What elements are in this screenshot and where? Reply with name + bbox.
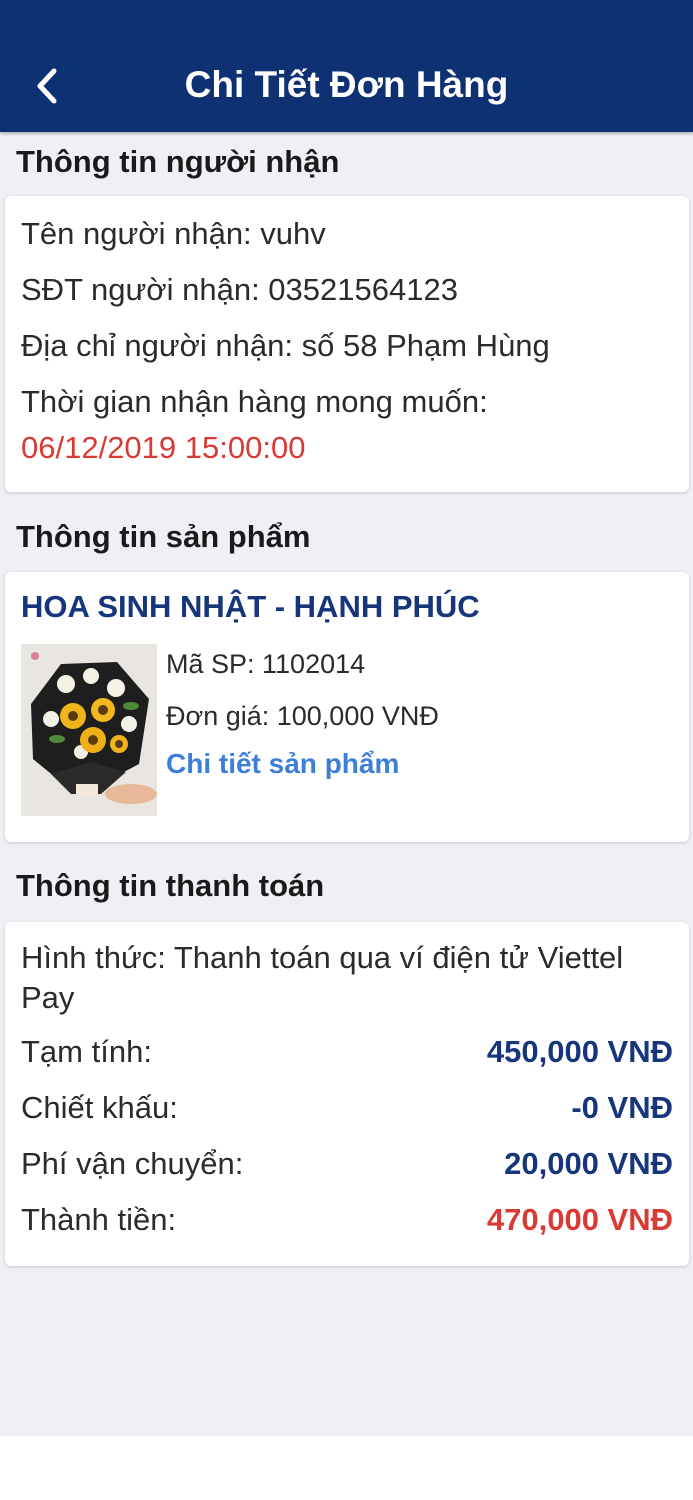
app-bar: Chi Tiết Đơn Hàng xyxy=(0,0,693,132)
delivery-time-label: Thời gian nhận hàng mong muốn: xyxy=(21,384,488,419)
payment-card: Hình thức: Thanh toán qua ví điện tử Vie… xyxy=(5,922,689,1266)
recipient-address-label: Địa chỉ người nhận: xyxy=(21,328,294,363)
product-detail-link[interactable]: Chi tiết sản phẩm xyxy=(166,746,399,782)
total-row: Thành tiền: 470,000 VNĐ xyxy=(21,1200,673,1240)
product-section-title: Thông tin sản phẩm xyxy=(16,519,311,554)
shipping-label: Phí vận chuyển: xyxy=(21,1146,244,1181)
recipient-card: Tên người nhận: vuhv SĐT người nhận: 035… xyxy=(5,196,689,492)
page-title: Chi Tiết Đơn Hàng xyxy=(184,64,509,105)
recipient-section-title: Thông tin người nhận xyxy=(16,144,340,179)
bottom-area xyxy=(0,1436,693,1500)
discount-label: Chiết khấu: xyxy=(21,1090,178,1125)
product-card: HOA SINH NHẬT - HẠNH PHÚC Mã SP: 1102014… xyxy=(5,572,689,842)
total-label: Thành tiền: xyxy=(21,1202,177,1237)
recipient-address-value: số 58 Phạm Hùng xyxy=(301,328,550,363)
delivery-time-value: 06/12/2019 15:00:00 xyxy=(21,430,306,465)
sunflower-bouquet-image xyxy=(21,644,157,816)
subtotal-label: Tạm tính: xyxy=(21,1034,152,1069)
total-value: 470,000 VNĐ xyxy=(486,1202,673,1237)
recipient-address: Địa chỉ người nhận: số 58 Phạm Hùng xyxy=(21,326,550,366)
recipient-phone: SĐT người nhận: 03521564123 xyxy=(21,272,458,307)
subtotal-value: 450,000 VNĐ xyxy=(486,1034,673,1069)
payment-section-title: Thông tin thanh toán xyxy=(16,868,325,903)
product-code: Mã SP: 1102014 xyxy=(166,649,366,679)
recipient-name: Tên người nhận: vuhv xyxy=(21,216,326,251)
payment-method: Hình thức: Thanh toán qua ví điện tử Vie… xyxy=(21,940,624,1015)
discount-row: Chiết khấu: -0 VNĐ xyxy=(21,1088,673,1128)
shipping-value: 20,000 VNĐ xyxy=(504,1146,673,1181)
product-name: HOA SINH NHẬT - HẠNH PHÚC xyxy=(21,589,480,624)
product-price: Đơn giá: 100,000 VNĐ xyxy=(166,701,439,731)
discount-value: -0 VNĐ xyxy=(571,1090,673,1125)
shipping-row: Phí vận chuyển: 20,000 VNĐ xyxy=(21,1144,673,1184)
product-image[interactable] xyxy=(21,644,157,816)
subtotal-row: Tạm tính: 450,000 VNĐ xyxy=(21,1032,673,1072)
